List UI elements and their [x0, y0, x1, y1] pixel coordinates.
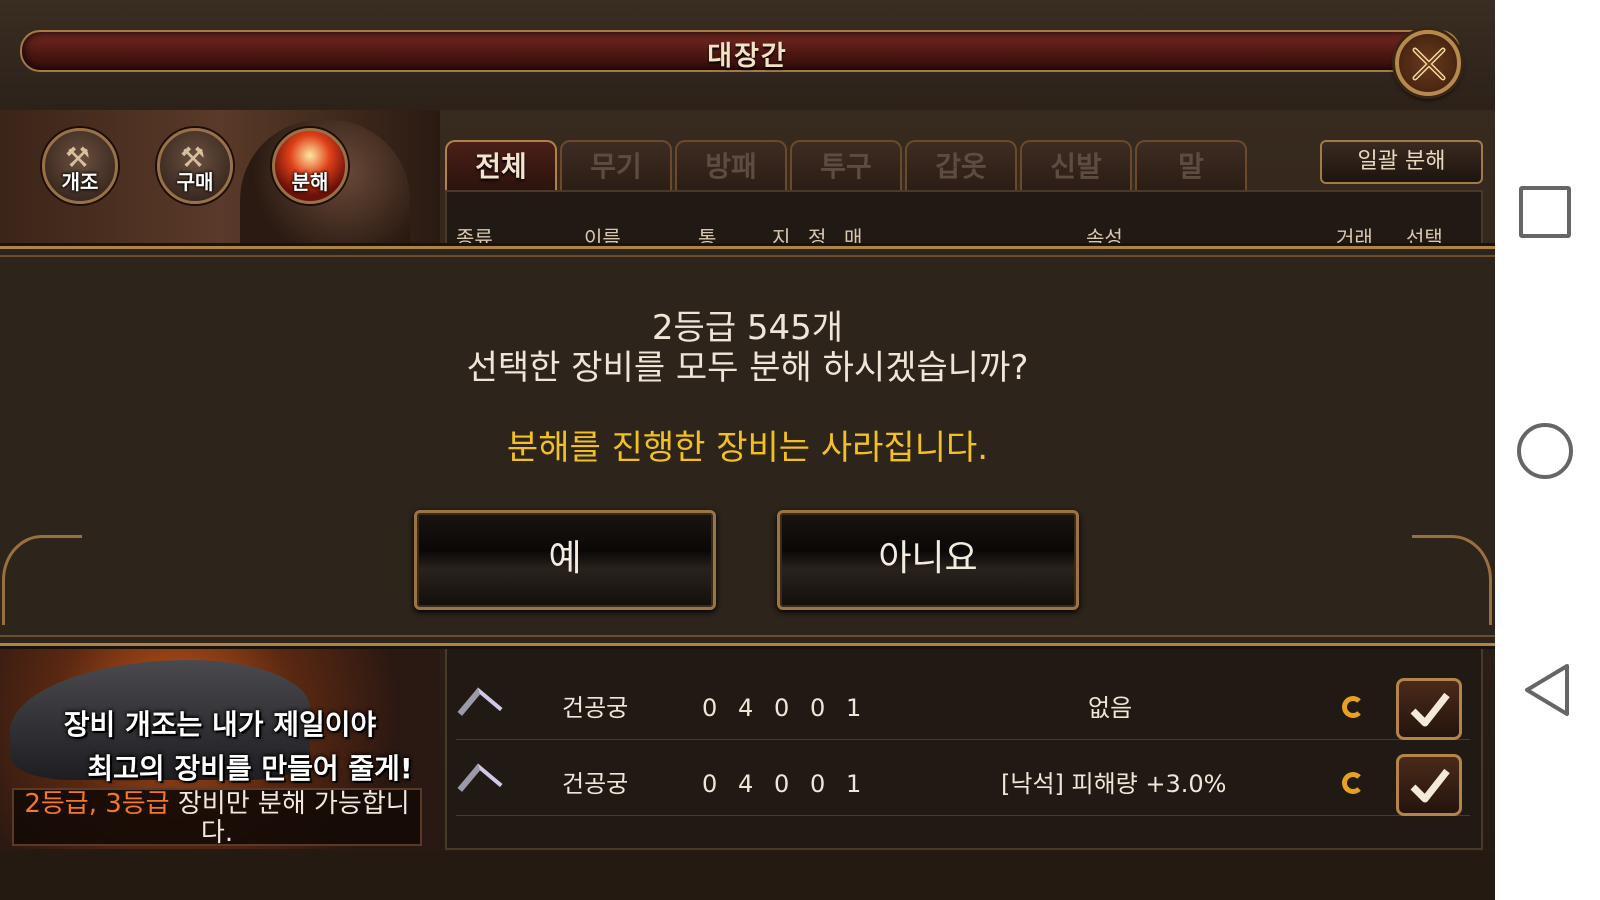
promo-text: 장비 개조는 내가 제일이야 최고의 장비를 만들어 줄게! [0, 703, 440, 791]
tab-shield[interactable]: 방패 [675, 140, 787, 192]
close-button[interactable] [1395, 30, 1461, 96]
table-header: 종류 이름 통 지 정 매 속성 거래 선택 [456, 222, 1466, 250]
notice-highlight: 2등급, 3등급 [24, 789, 170, 819]
square-nav-icon[interactable] [1519, 186, 1571, 238]
checkmark-icon [1410, 768, 1450, 803]
row-value: 0 [702, 770, 718, 798]
row-value: 0 [810, 770, 826, 798]
select-checkbox[interactable] [1396, 678, 1462, 740]
page-title: 대장간 [707, 41, 788, 72]
table-row[interactable]: 건공궁 0 4 0 0 1 없음 [456, 676, 1470, 740]
mode-label-dismantle: 분해 [291, 170, 329, 194]
mode-label-modify: 개조 [61, 170, 99, 194]
row-value: 4 [738, 694, 754, 722]
tab-helmet[interactable]: 투구 [790, 140, 902, 192]
row-value: 4 [738, 770, 754, 798]
mode-button-dismantle[interactable]: 분해 [272, 128, 348, 204]
bow-icon [457, 763, 503, 809]
row-attribute: [낙석] 피해량 +3.0% [1001, 770, 1227, 798]
game-screen: 대장간 ⚒ 개조 ⚒ 구매 분해 전체 무기 방패 투구 갑옷 신발 말 일괄 … [0, 0, 1600, 900]
android-nav-bar [1495, 0, 1600, 900]
tab-armor[interactable]: 갑옷 [905, 140, 1017, 192]
mode-button-modify[interactable]: ⚒ 개조 [42, 128, 118, 204]
row-value: 0 [774, 694, 790, 722]
row-name: 건공궁 [562, 694, 629, 722]
coin-icon [1342, 772, 1364, 794]
circle-nav-icon[interactable] [1517, 423, 1573, 479]
game-area: 대장간 ⚒ 개조 ⚒ 구매 분해 전체 무기 방패 투구 갑옷 신발 말 일괄 … [0, 0, 1495, 900]
row-value: 1 [846, 694, 862, 722]
corner-ornament [2, 535, 82, 625]
select-checkbox[interactable] [1396, 754, 1462, 816]
corner-ornament [1412, 535, 1492, 625]
row-value: 1 [846, 770, 862, 798]
mode-button-purchase[interactable]: ⚒ 구매 [157, 128, 233, 204]
bulk-dismantle-button[interactable]: 일괄 분해 [1320, 140, 1483, 184]
promo-line2: 최고의 장비를 만들어 줄게! [87, 752, 413, 785]
notice-text: 장비만 분해 가능합니다. [169, 789, 410, 848]
dismantle-notice: 2등급, 3등급 장비만 분해 가능합니다. [12, 788, 422, 848]
row-value: 0 [774, 770, 790, 798]
tab-shoes[interactable]: 신발 [1020, 140, 1132, 192]
checkmark-icon [1410, 692, 1450, 727]
close-icon [1412, 47, 1446, 81]
title-bar: 대장간 [0, 0, 1495, 110]
tab-horse[interactable]: 말 [1135, 140, 1247, 192]
row-value: 0 [702, 694, 718, 722]
yes-button[interactable]: 예 [414, 510, 716, 610]
promo-line1: 장비 개조는 내가 제일이야 [63, 708, 377, 741]
bow-icon [457, 687, 503, 733]
tab-all[interactable]: 전체 [445, 140, 557, 192]
back-nav-icon[interactable] [1519, 660, 1575, 720]
dialog-warning: 분해를 진행한 장비는 사라집니다. [506, 428, 989, 468]
no-button[interactable]: 아니요 [777, 510, 1079, 610]
mode-label-purchase: 구매 [176, 170, 214, 194]
row-name: 건공궁 [562, 770, 629, 798]
row-attribute: 없음 [1088, 694, 1133, 722]
row-value: 0 [810, 694, 826, 722]
bottom-strip [0, 852, 1495, 900]
table-row[interactable]: 건공궁 0 4 0 0 1 [낙석] 피해량 +3.0% [456, 752, 1470, 816]
coin-icon [1342, 696, 1364, 718]
tab-weapon[interactable]: 무기 [560, 140, 672, 192]
dialog-question: 선택한 장비를 모두 분해 하시겠습니까? [466, 348, 1029, 388]
